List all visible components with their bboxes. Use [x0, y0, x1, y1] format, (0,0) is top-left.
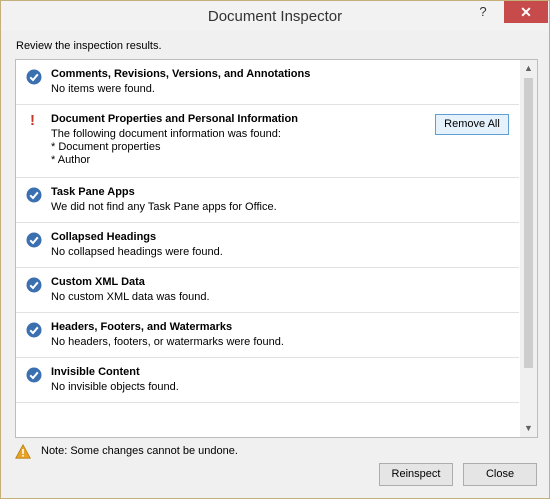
- item-detail: * Author: [51, 154, 91, 166]
- check-circle-icon: [26, 367, 42, 383]
- prompt-text: Review the inspection results.: [16, 40, 162, 52]
- window-title: Document Inspector: [207, 8, 343, 25]
- note-text: Note: Some changes cannot be undone.: [41, 445, 238, 457]
- close-button[interactable]: Close: [463, 463, 537, 486]
- list-item: Task Pane Apps We did not find any Task …: [16, 178, 519, 223]
- check-circle-icon: [26, 322, 42, 338]
- warning-exclamation-icon: !: [30, 112, 35, 129]
- check-circle-icon: [26, 69, 42, 85]
- vertical-scrollbar[interactable]: ▲ ▼: [520, 60, 537, 437]
- item-name: Custom XML Data: [51, 276, 145, 288]
- scroll-down-arrow-icon[interactable]: ▼: [520, 420, 537, 437]
- help-button[interactable]: ?: [473, 3, 493, 21]
- item-name: Task Pane Apps: [51, 186, 135, 198]
- item-description: No custom XML data was found.: [51, 291, 210, 303]
- item-name: Headers, Footers, and Watermarks: [51, 321, 233, 333]
- item-description: No invisible objects found.: [51, 381, 179, 393]
- scrollbar-thumb[interactable]: [524, 78, 533, 368]
- list-item: Custom XML Data No custom XML data was f…: [16, 268, 519, 313]
- item-name: Collapsed Headings: [51, 231, 157, 243]
- close-window-button[interactable]: ✕: [504, 1, 548, 23]
- list-item: Headers, Footers, and Watermarks No head…: [16, 313, 519, 358]
- list-item: ! Document Properties and Personal Infor…: [16, 105, 519, 178]
- item-detail: * Document properties: [51, 141, 161, 153]
- title-bar: Document Inspector ? ✕: [1, 1, 549, 31]
- check-circle-icon: [26, 187, 42, 203]
- item-description: No items were found.: [51, 83, 155, 95]
- list-item: Comments, Revisions, Versions, and Annot…: [16, 60, 519, 105]
- check-circle-icon: [26, 277, 42, 293]
- item-description: No headers, footers, or watermarks were …: [51, 336, 284, 348]
- remove-all-button[interactable]: Remove All: [435, 114, 509, 135]
- document-inspector-dialog: Document Inspector ? ✕ Review the inspec…: [0, 0, 550, 499]
- item-name: Invisible Content: [51, 366, 140, 378]
- item-name: Comments, Revisions, Versions, and Annot…: [51, 68, 311, 80]
- list-item: Invisible Content No invisible objects f…: [16, 358, 519, 403]
- results-list: Comments, Revisions, Versions, and Annot…: [16, 60, 519, 403]
- scroll-up-arrow-icon[interactable]: ▲: [520, 60, 537, 77]
- item-description: No collapsed headings were found.: [51, 246, 223, 258]
- results-panel: Comments, Revisions, Versions, and Annot…: [15, 59, 538, 438]
- reinspect-button[interactable]: Reinspect: [379, 463, 453, 486]
- warning-triangle-icon: [15, 444, 31, 459]
- item-description: We did not find any Task Pane apps for O…: [51, 201, 277, 213]
- list-item: Collapsed Headings No collapsed headings…: [16, 223, 519, 268]
- check-circle-icon: [26, 232, 42, 248]
